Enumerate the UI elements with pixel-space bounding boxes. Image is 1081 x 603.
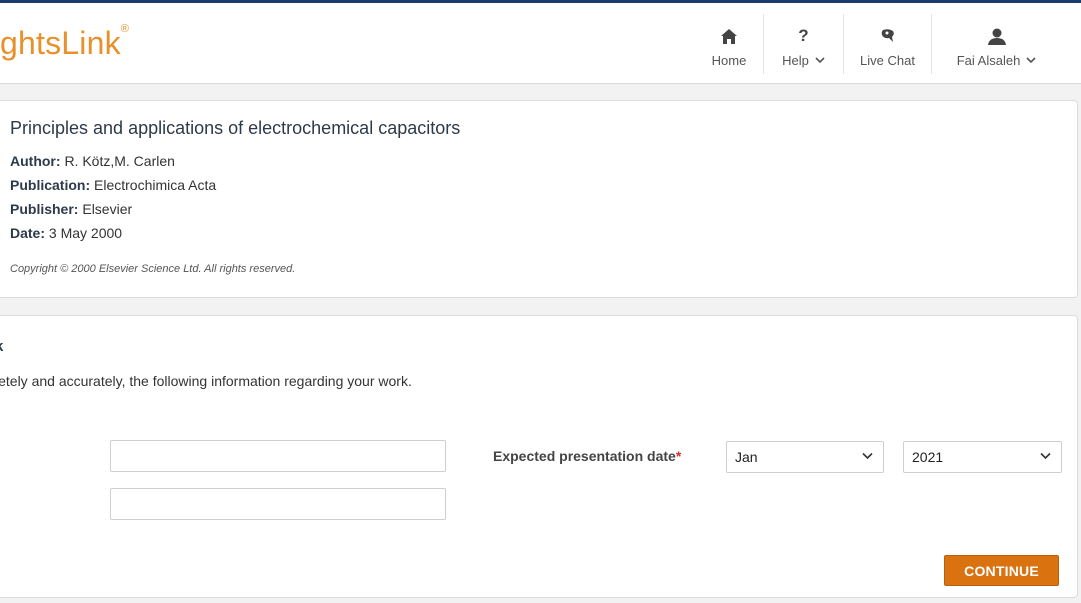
nav-user-label: Fai Alsaleh [956, 53, 1021, 68]
month-select-value: Jan [735, 449, 758, 465]
date-value: 3 May 2000 [48, 225, 123, 241]
rightslink-logo[interactable]: ghtsLink® [0, 23, 130, 62]
expected-date-text: Expected presentation date [493, 448, 676, 464]
publisher-row: Publisher: Elsevier [10, 201, 132, 217]
chat-icon [880, 26, 896, 46]
work-info-card: k letely and accurately, the following i… [0, 315, 1078, 598]
nav-home-label: Home [711, 53, 747, 68]
chevron-down-icon [1040, 452, 1051, 460]
date-label: Date: [10, 225, 46, 241]
section-title: k [0, 338, 3, 355]
nav-user-menu[interactable]: Fai Alsaleh [931, 14, 1061, 74]
nav-chat-label: Live Chat [860, 53, 915, 68]
article-title: Principles and applications of electroch… [10, 118, 461, 138]
expected-date-label: Expected presentation date* [493, 448, 681, 464]
required-asterisk: * [675, 448, 682, 464]
publication-label: Publication: [10, 177, 91, 193]
publisher-label: Publisher: [10, 201, 79, 217]
date-row: Date: 3 May 2000 [10, 225, 122, 241]
work-text-input-1[interactable] [110, 440, 446, 472]
nav-help[interactable]: ? Help [763, 14, 843, 74]
header-nav: Home ? Help Live Chat Fai Alsaleh [695, 14, 1081, 74]
chevron-down-icon [1026, 57, 1036, 64]
publication-row: Publication: Electrochimica Acta [10, 177, 216, 193]
month-select[interactable]: Jan [726, 441, 884, 473]
user-icon [987, 26, 1006, 46]
year-select[interactable]: 2021 [903, 441, 1062, 473]
article-info-card: Principles and applications of electroch… [0, 100, 1078, 298]
continue-button[interactable]: CONTINUE [944, 555, 1059, 586]
copyright-notice: Copyright © 2000 Elsevier Science Ltd. A… [10, 263, 296, 275]
author-value: R. Kötz,M. Carlen [64, 153, 175, 169]
year-select-value: 2021 [912, 449, 944, 465]
registered-mark: ® [120, 23, 130, 36]
logo-text: ghtsLink [0, 25, 121, 61]
publication-value: Electrochimica Acta [94, 177, 217, 193]
home-icon [721, 26, 737, 46]
section-description: letely and accurately, the following inf… [0, 373, 412, 389]
nav-help-label: Help [782, 53, 809, 68]
site-header: ghtsLink® Home ? Help Live Chat Fai Alsa… [0, 3, 1081, 84]
publisher-value: Elsevier [82, 201, 133, 217]
chevron-down-icon [862, 452, 873, 460]
author-row: Author: R. Kötz,M. Carlen [10, 153, 175, 169]
chevron-down-icon [815, 57, 825, 64]
nav-live-chat[interactable]: Live Chat [843, 14, 931, 74]
nav-home[interactable]: Home [695, 14, 763, 74]
work-text-input-2[interactable] [110, 488, 446, 520]
question-icon: ? [798, 26, 809, 45]
author-label: Author: [10, 153, 61, 169]
